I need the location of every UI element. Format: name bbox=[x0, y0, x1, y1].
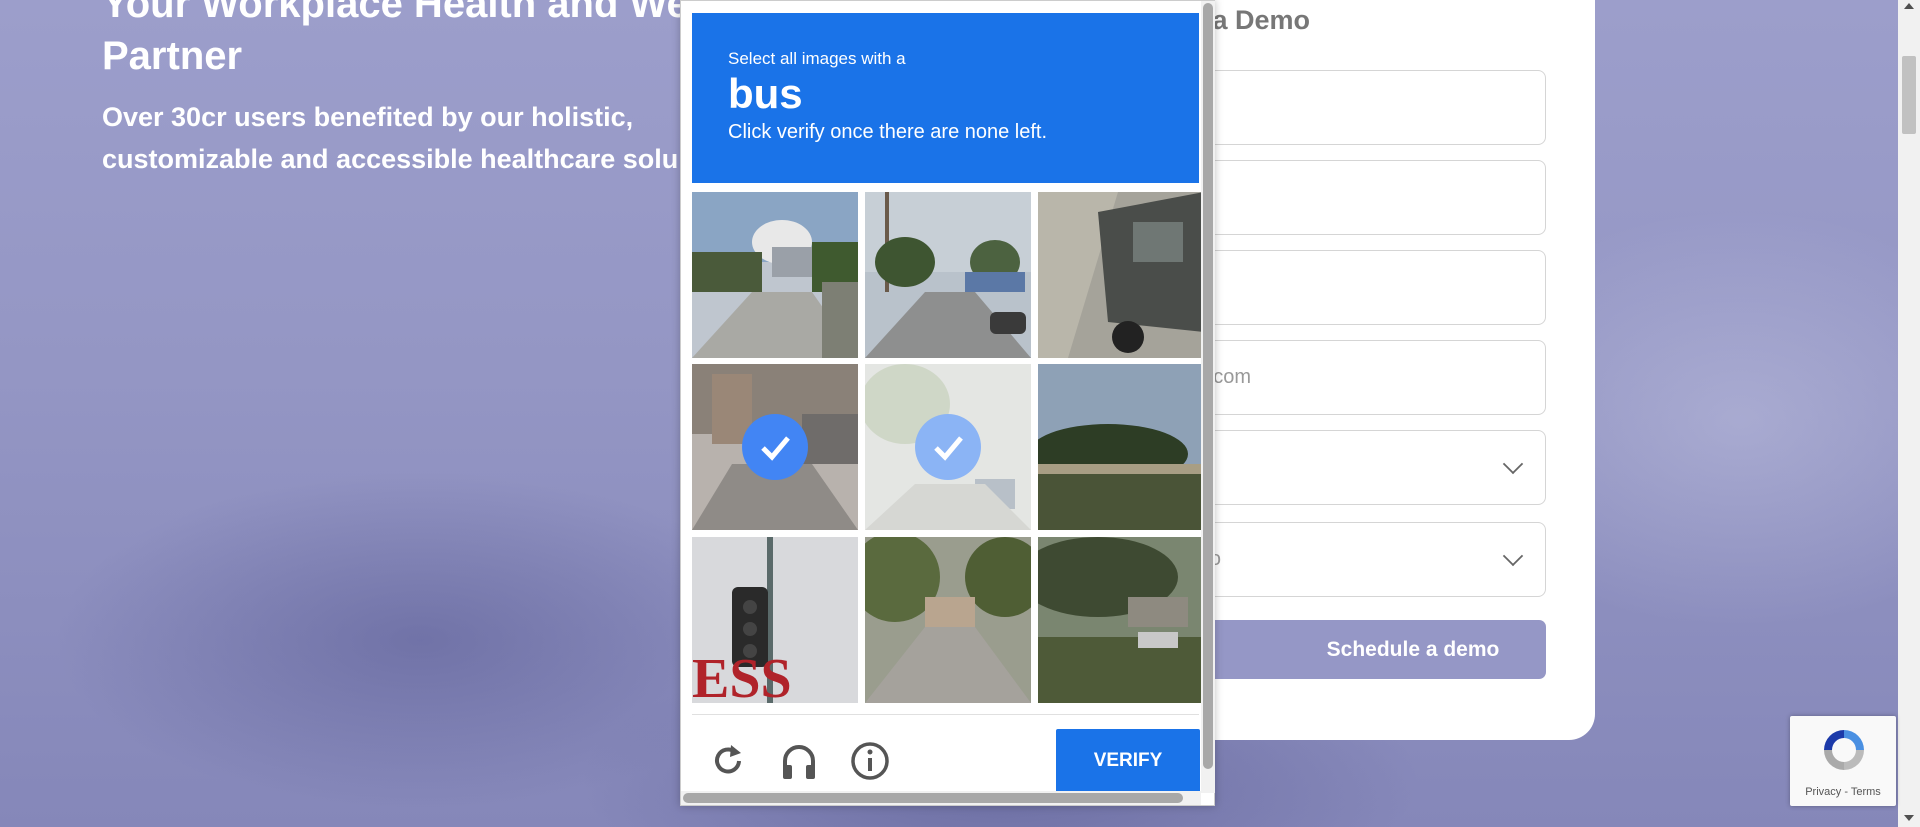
captcha-header: Select all images with a bus Click verif… bbox=[692, 13, 1199, 183]
selected-check-icon bbox=[742, 414, 808, 480]
captcha-footer-divider bbox=[692, 714, 1199, 715]
page-scrollbar[interactable] bbox=[1898, 0, 1920, 827]
bus-image bbox=[1038, 192, 1204, 358]
hero-title: Your Workplace Health and We Partner bbox=[102, 0, 689, 78]
privacy-terms-link[interactable]: Privacy - Terms bbox=[1790, 786, 1896, 798]
captcha-popup: Select all images with a bus Click verif… bbox=[680, 0, 1215, 806]
captcha-tile[interactable] bbox=[1038, 192, 1204, 358]
scroll-down-arrow-icon[interactable] bbox=[1904, 815, 1914, 821]
captcha-instruction: Select all images with a bbox=[728, 49, 906, 68]
captcha-target: bus bbox=[728, 70, 803, 117]
road-image bbox=[692, 192, 858, 358]
scroll-up-arrow-icon[interactable] bbox=[1904, 3, 1914, 9]
captcha-hint: Click verify once there are none left. bbox=[728, 121, 1048, 143]
captcha-vertical-scrollbar[interactable] bbox=[1201, 1, 1215, 793]
selected-check-icon bbox=[915, 414, 981, 480]
captcha-tile[interactable] bbox=[865, 537, 1031, 703]
scrollbar-thumb[interactable] bbox=[683, 793, 1183, 803]
captcha-tile[interactable] bbox=[1038, 537, 1204, 703]
svg-text:ESS: ESS bbox=[692, 648, 792, 703]
captcha-tile-selected[interactable] bbox=[865, 364, 1031, 530]
captcha-tile-selected[interactable] bbox=[692, 364, 858, 530]
hero-subtitle-line-1: Over 30cr users benefited by our holisti… bbox=[102, 102, 634, 132]
scrollbar-thumb[interactable] bbox=[1902, 56, 1916, 134]
chevron-down-icon bbox=[1502, 545, 1524, 567]
captcha-horizontal-scrollbar[interactable] bbox=[681, 791, 1201, 805]
street-image bbox=[865, 192, 1031, 358]
trees-bridge-image bbox=[1038, 364, 1204, 530]
traffic-light-image: ESS bbox=[692, 537, 858, 703]
park-image bbox=[1038, 537, 1204, 703]
info-icon[interactable] bbox=[848, 739, 892, 783]
captcha-tile[interactable] bbox=[865, 192, 1031, 358]
reload-icon[interactable] bbox=[706, 739, 750, 783]
tree-lined-street-image bbox=[865, 537, 1031, 703]
audio-icon[interactable] bbox=[777, 739, 821, 783]
scrollbar-thumb[interactable] bbox=[1203, 3, 1213, 769]
recaptcha-badge[interactable]: Privacy - Terms bbox=[1790, 716, 1896, 806]
captcha-tile[interactable] bbox=[1038, 364, 1204, 530]
captcha-tile[interactable]: ESS bbox=[692, 537, 858, 703]
chevron-down-icon bbox=[1502, 453, 1524, 475]
captcha-tile[interactable] bbox=[692, 192, 858, 358]
hero-subtitle: Over 30cr users benefited by our holisti… bbox=[102, 96, 702, 180]
verify-button[interactable]: VERIFY bbox=[1056, 729, 1200, 793]
recaptcha-logo-icon bbox=[1824, 730, 1864, 770]
hero-subtitle-line-2: customizable and accessible healthcare s… bbox=[102, 144, 679, 174]
